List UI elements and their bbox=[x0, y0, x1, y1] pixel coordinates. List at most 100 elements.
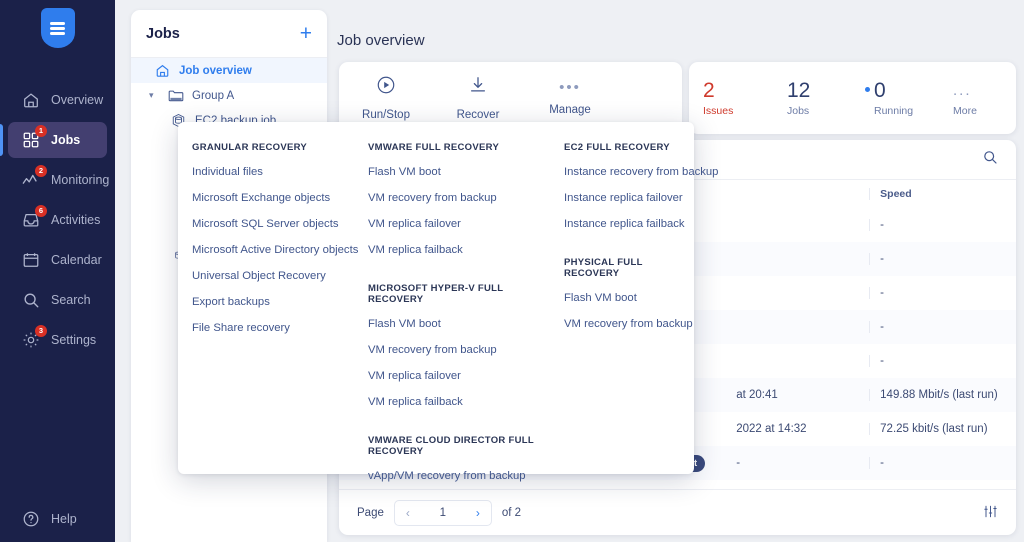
stat-running[interactable]: 0 Running bbox=[865, 79, 927, 117]
menu-item-universal-object-recovery[interactable]: Universal Object Recovery bbox=[192, 263, 340, 289]
cell-speed: - bbox=[869, 457, 1016, 469]
sidebar-item-label: Settings bbox=[51, 333, 96, 347]
page-title: Job overview bbox=[331, 0, 1024, 49]
sidebar-item-label: Monitoring bbox=[51, 173, 109, 187]
menu-item-ec2-instance-replica-failover[interactable]: Instance replica failover bbox=[564, 185, 680, 211]
badge-count: 2 bbox=[35, 165, 47, 177]
cell-last: at 20:41 bbox=[736, 389, 869, 401]
cell-speed: - bbox=[869, 321, 1016, 333]
sidebar-item-label: Calendar bbox=[51, 253, 102, 267]
menu-item-ec2-instance-recovery-from-backup[interactable]: Instance recovery from backup bbox=[564, 159, 680, 185]
recover-button[interactable]: Recover bbox=[447, 75, 509, 121]
sidebar-item-jobs[interactable]: 1 Jobs bbox=[8, 122, 107, 158]
menu-item-vmware-vm-replica-failback[interactable]: VM replica failback bbox=[368, 237, 536, 263]
menu-item-vmware-vm-recovery-from-backup[interactable]: VM recovery from backup bbox=[368, 185, 536, 211]
menu-item-ec2-instance-replica-failback[interactable]: Instance replica failback bbox=[564, 211, 680, 237]
page-number-input[interactable]: 1 bbox=[421, 507, 465, 519]
menu-item-physical-flash-vm-boot[interactable]: Flash VM boot bbox=[564, 285, 680, 311]
sidebar-item-calendar[interactable]: Calendar bbox=[8, 242, 107, 278]
menu-item-hyperv-vm-replica-failover[interactable]: VM replica failover bbox=[368, 363, 536, 389]
shield-logo[interactable] bbox=[39, 8, 77, 52]
pagination: Page ‹ 1 › of 2 bbox=[339, 489, 1016, 535]
badge-count: 6 bbox=[35, 205, 47, 217]
stat-value: 2 bbox=[703, 79, 715, 103]
tool-label: Recover bbox=[457, 109, 500, 121]
sidebar-nav: Overview 1 Jobs bbox=[0, 80, 115, 360]
sidebar-item-label: Activities bbox=[51, 213, 100, 227]
activity-icon: 2 bbox=[22, 171, 40, 189]
menu-item-vmware-flash-vm-boot[interactable]: Flash VM boot bbox=[368, 159, 536, 185]
cell-speed: - bbox=[869, 219, 1016, 231]
help-button[interactable]: Help bbox=[0, 504, 115, 534]
stat-more[interactable]: ... More bbox=[953, 79, 1005, 117]
menu-item-vmware-vm-replica-failover[interactable]: VM replica failover bbox=[368, 211, 536, 237]
menu-item-physical-vm-recovery-from-backup[interactable]: VM recovery from backup bbox=[564, 311, 680, 337]
sidebar-item-overview[interactable]: Overview bbox=[8, 82, 107, 118]
recover-dropdown-menu: Granular recovery Individual files Micro… bbox=[178, 122, 694, 474]
cell-speed: 149.88 Mbit/s (last run) bbox=[869, 389, 1016, 401]
tool-label: Run/Stop bbox=[362, 109, 410, 121]
sidebar-item-label: Jobs bbox=[51, 133, 80, 147]
tree-item-label: Job overview bbox=[179, 65, 252, 77]
add-job-button[interactable]: + bbox=[300, 23, 312, 44]
stat-label: Issues bbox=[703, 105, 733, 117]
play-circle-icon bbox=[376, 75, 396, 100]
menu-item-hyperv-vm-replica-failback[interactable]: VM replica failback bbox=[368, 389, 536, 415]
search-icon[interactable] bbox=[982, 149, 998, 170]
menu-column-vmware-hyperv: VMware full recovery Flash VM boot VM re… bbox=[354, 138, 550, 474]
inbox-icon: 6 bbox=[22, 211, 40, 229]
menu-item-file-share-recovery[interactable]: File Share recovery bbox=[192, 315, 340, 341]
sidebar-rail: Overview 1 Jobs bbox=[0, 0, 115, 542]
menu-item-export-backups[interactable]: Export backups bbox=[192, 289, 340, 315]
menu-item-exchange-objects[interactable]: Microsoft Exchange objects bbox=[192, 185, 340, 211]
sidebar-item-label: Search bbox=[51, 293, 91, 307]
badge-count: 3 bbox=[35, 325, 47, 337]
column-header-speed[interactable]: Speed bbox=[869, 188, 1016, 200]
app-root: Overview 1 Jobs bbox=[0, 0, 1024, 542]
grid-icon: 1 bbox=[22, 131, 40, 149]
manage-button[interactable]: ••• Manage bbox=[539, 81, 601, 116]
home-icon bbox=[155, 63, 170, 78]
sidebar-item-label: Overview bbox=[51, 93, 103, 107]
cell-last: 2022 at 14:32 bbox=[736, 423, 869, 435]
ellipsis-icon: ... bbox=[953, 79, 972, 103]
chevron-left-icon[interactable]: ‹ bbox=[395, 506, 421, 520]
tree-item-label: Group A bbox=[192, 90, 234, 102]
sidebar-item-settings[interactable]: 3 Settings bbox=[8, 322, 107, 358]
stat-jobs[interactable]: 12 Jobs bbox=[787, 79, 839, 117]
sidebar-item-search[interactable]: Search bbox=[8, 282, 107, 318]
badge-count: 1 bbox=[35, 125, 47, 137]
gear-icon: 3 bbox=[22, 331, 40, 349]
menu-group-heading: Physical full recovery bbox=[564, 257, 680, 279]
menu-item-active-directory-objects[interactable]: Microsoft Active Directory objects bbox=[192, 237, 340, 263]
help-label: Help bbox=[51, 512, 77, 526]
tree-item-job-overview[interactable]: Job overview bbox=[131, 58, 327, 83]
chevron-right-icon[interactable]: › bbox=[465, 506, 491, 520]
stat-label: Jobs bbox=[787, 105, 809, 117]
tree-item-group-a[interactable]: ▾ Group A bbox=[131, 83, 327, 108]
menu-item-individual-files[interactable]: Individual files bbox=[192, 159, 340, 185]
stat-value: 12 bbox=[787, 79, 810, 103]
run-stop-button[interactable]: Run/Stop bbox=[355, 75, 417, 121]
menu-item-vcd-vapp-vm-recovery-from-backup[interactable]: vApp/VM recovery from backup bbox=[368, 463, 536, 489]
search-icon bbox=[22, 291, 40, 309]
column-settings-icon[interactable] bbox=[983, 504, 998, 522]
menu-item-hyperv-vm-recovery-from-backup[interactable]: VM recovery from backup bbox=[368, 337, 536, 363]
download-icon bbox=[468, 75, 488, 100]
cell-last: - bbox=[736, 457, 869, 469]
stats-card: 2 Issues 12 Jobs 0 Running ... More bbox=[689, 62, 1016, 134]
chevron-down-icon[interactable]: ▾ bbox=[149, 90, 159, 101]
stat-issues[interactable]: 2 Issues bbox=[703, 79, 761, 117]
jobs-panel-title: Jobs bbox=[146, 26, 180, 42]
ellipsis-icon: ••• bbox=[559, 81, 581, 95]
tool-label: Manage bbox=[549, 104, 591, 116]
sidebar-item-monitoring[interactable]: 2 Monitoring bbox=[8, 162, 107, 198]
cell-speed: - bbox=[869, 355, 1016, 367]
stat-label: Running bbox=[865, 105, 913, 117]
sidebar-item-activities[interactable]: 6 Activities bbox=[8, 202, 107, 238]
menu-item-sql-server-objects[interactable]: Microsoft SQL Server objects bbox=[192, 211, 340, 237]
pagination-total: of 2 bbox=[502, 507, 521, 519]
calendar-icon bbox=[22, 251, 40, 269]
pagination-label: Page bbox=[357, 507, 384, 519]
menu-item-hyperv-flash-vm-boot[interactable]: Flash VM boot bbox=[368, 311, 536, 337]
